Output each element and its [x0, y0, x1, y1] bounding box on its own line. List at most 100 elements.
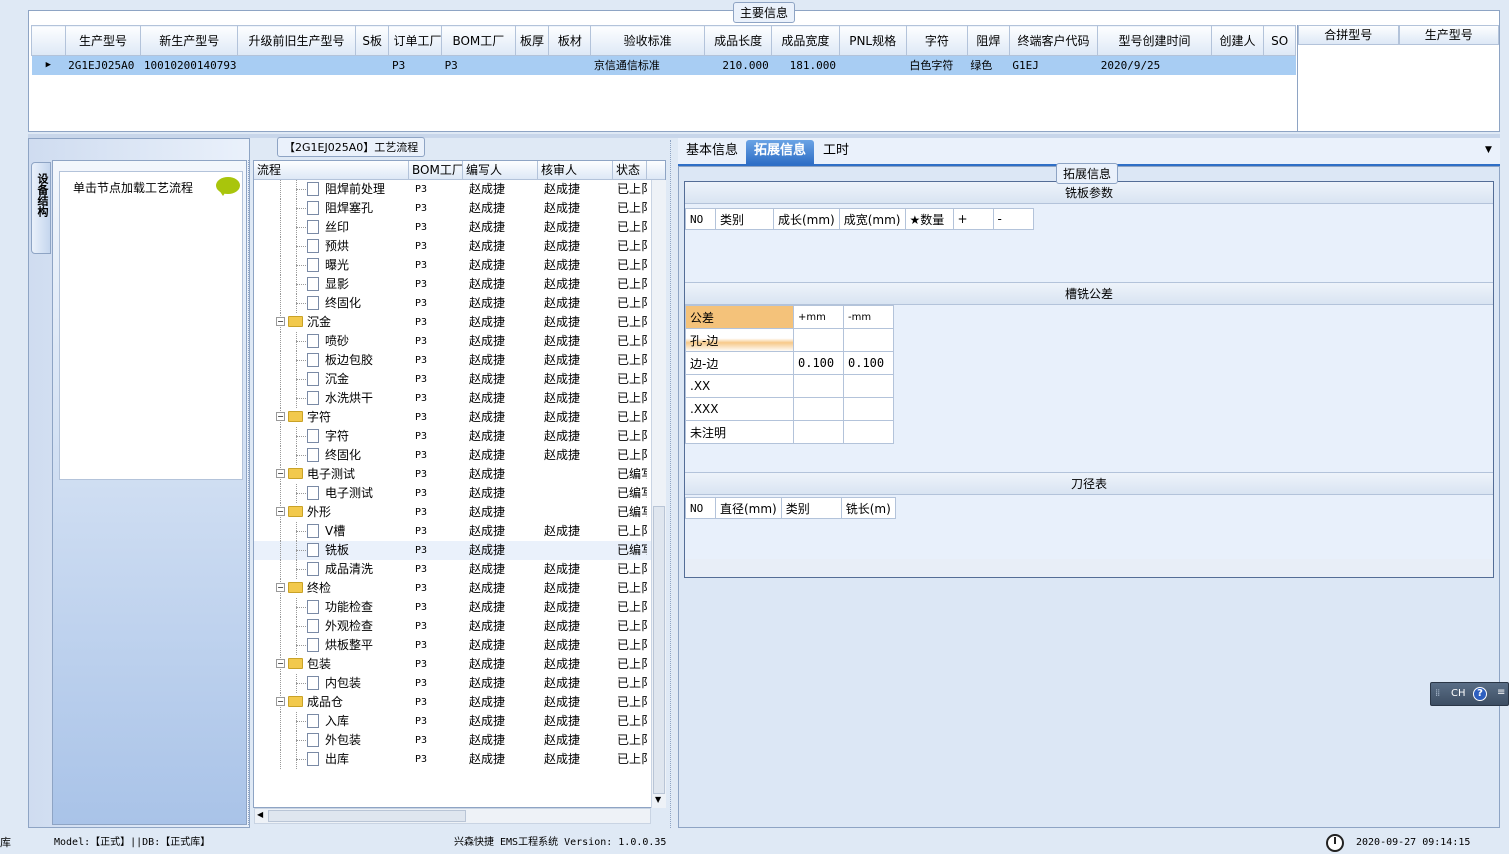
tree-column-header[interactable]: 状态: [613, 161, 647, 179]
tab-dropdown-icon[interactable]: ▼: [1485, 145, 1492, 155]
column-header[interactable]: PNL规格: [838, 25, 907, 56]
mill-params-column[interactable]: NO: [685, 208, 716, 230]
scroll-left-icon[interactable]: ◀: [257, 810, 263, 819]
tol-value-cell[interactable]: 0.100: [843, 351, 894, 375]
tree-column-header[interactable]: BOM工厂: [409, 161, 463, 179]
tool-table-column[interactable]: 类别: [780, 497, 842, 519]
tree-node[interactable]: 终固化 P3 赵成捷 赵成捷 已上阝: [254, 446, 665, 465]
merge-model-header[interactable]: 合拼型号: [1298, 25, 1399, 45]
mill-params-column[interactable]: ★数量: [904, 208, 954, 230]
tree-node[interactable]: − 终检 P3 赵成捷 赵成捷 已上阝: [254, 579, 665, 598]
tree-node[interactable]: − 外形 P3 赵成捷 已编写: [254, 503, 665, 522]
column-header[interactable]: 阻焊: [966, 25, 1010, 56]
column-header[interactable]: 订单工厂: [388, 25, 443, 56]
tol-value-cell[interactable]: 0.100: [793, 351, 844, 375]
tree-vscrollbar[interactable]: ▼: [651, 180, 666, 808]
table-row[interactable]: ▶ 2G1EJ025A0 10010200140793 P3 P3 京信通信标准 210.0…: [31, 55, 1296, 75]
column-header[interactable]: 型号创建时间: [1097, 25, 1212, 56]
tree-node[interactable]: 铣板 P3 赵成捷 已编写: [254, 541, 665, 560]
merge-prod-model-header[interactable]: 生产型号: [1398, 25, 1499, 45]
scroll-h-thumb[interactable]: [268, 810, 466, 822]
tree-node[interactable]: 字符 P3 赵成捷 赵成捷 已上阝: [254, 427, 665, 446]
mill-params-column[interactable]: +: [952, 208, 994, 230]
tree-node[interactable]: 阻焊前处理 P3 赵成捷 赵成捷 已上阝: [254, 180, 665, 199]
tree-column-header[interactable]: 流程: [254, 161, 409, 179]
tree-node[interactable]: V槽 P3 赵成捷 赵成捷 已上阝: [254, 522, 665, 541]
column-header[interactable]: BOM工厂: [441, 25, 516, 56]
table-cell[interactable]: 绿色: [967, 55, 1010, 75]
column-header[interactable]: 升级前旧生产型号: [237, 25, 356, 56]
column-header[interactable]: 验收标准: [590, 25, 705, 56]
tree-node[interactable]: 外观检查 P3 赵成捷 赵成捷 已上阝: [254, 617, 665, 636]
tol-value-cell[interactable]: [843, 374, 894, 398]
table-cell[interactable]: [1263, 55, 1296, 75]
table-cell[interactable]: P3: [441, 55, 516, 75]
tol-value-cell[interactable]: [843, 328, 894, 352]
tree-node[interactable]: 功能检查 P3 赵成捷 赵成捷 已上阝: [254, 598, 665, 617]
table-cell[interactable]: P3: [388, 55, 442, 75]
scroll-thumb[interactable]: [653, 506, 665, 794]
tree-node[interactable]: 丝印 P3 赵成捷 赵成捷 已上阝: [254, 218, 665, 237]
column-header[interactable]: SO: [1263, 25, 1296, 56]
collapse-icon[interactable]: −: [276, 412, 285, 421]
ime-menu-icon[interactable]: ≡: [1497, 682, 1505, 704]
table-cell[interactable]: 京信通信标准: [590, 55, 705, 75]
tree-node[interactable]: 阻焊塞孔 P3 赵成捷 赵成捷 已上阝: [254, 199, 665, 218]
tool-table-column[interactable]: 铣长(m): [840, 497, 896, 519]
table-cell[interactable]: G1EJ: [1009, 55, 1098, 75]
tree-column-header[interactable]: 核审人: [538, 161, 613, 179]
tab-1[interactable]: 拓展信息: [746, 140, 815, 164]
mill-params-column[interactable]: -: [992, 208, 1034, 230]
tree-node[interactable]: 成品清洗 P3 赵成捷 赵成捷 已上阝: [254, 560, 665, 579]
tree-node[interactable]: 沉金 P3 赵成捷 赵成捷 已上阝: [254, 370, 665, 389]
tol-value-cell[interactable]: [793, 397, 844, 421]
table-cell[interactable]: [548, 55, 591, 75]
tree-node[interactable]: − 字符 P3 赵成捷 赵成捷 已上阝: [254, 408, 665, 427]
tree-node[interactable]: 外包装 P3 赵成捷 赵成捷 已上阝: [254, 731, 665, 750]
table-cell[interactable]: 白色字符: [906, 55, 968, 75]
tree-node[interactable]: 显影 P3 赵成捷 赵成捷 已上阝: [254, 275, 665, 294]
column-header[interactable]: 板厚: [514, 25, 550, 56]
table-cell[interactable]: 210.000: [704, 55, 772, 75]
tree-node[interactable]: 水洗烘干 P3 赵成捷 赵成捷 已上阝: [254, 389, 665, 408]
collapse-icon[interactable]: −: [276, 469, 285, 478]
tree-node[interactable]: 曝光 P3 赵成捷 赵成捷 已上阝: [254, 256, 665, 275]
column-header[interactable]: S板: [354, 25, 390, 56]
collapse-icon[interactable]: −: [276, 317, 285, 326]
tree-node[interactable]: − 沉金 P3 赵成捷 赵成捷 已上阝: [254, 313, 665, 332]
tab-2[interactable]: 工时: [815, 140, 857, 164]
tree-node[interactable]: − 电子测试 P3 赵成捷 已编写: [254, 465, 665, 484]
tool-table-column[interactable]: NO: [685, 497, 716, 519]
tree-node[interactable]: 预烘 P3 赵成捷 赵成捷 已上阝: [254, 237, 665, 256]
help-icon[interactable]: ?: [1473, 687, 1487, 701]
tree-hscrollbar[interactable]: ◀: [254, 808, 651, 824]
table-cell[interactable]: 181.000: [771, 55, 840, 75]
table-cell[interactable]: 2020/9/25: [1097, 55, 1212, 75]
tol-value-cell[interactable]: [793, 328, 844, 352]
tab-device-structure[interactable]: 设备结构: [31, 162, 51, 254]
tree-node[interactable]: 入库 P3 赵成捷 赵成捷 已上阝: [254, 712, 665, 731]
column-header[interactable]: 终端客户代码: [1008, 25, 1099, 56]
column-header[interactable]: 创建人: [1210, 25, 1265, 56]
tol-value-cell[interactable]: [843, 420, 894, 444]
tree-node[interactable]: 电子测试 P3 赵成捷 已编写: [254, 484, 665, 503]
table-cell[interactable]: 10010200140793: [140, 55, 238, 75]
collapse-icon[interactable]: −: [276, 507, 285, 516]
tree-node[interactable]: 终固化 P3 赵成捷 赵成捷 已上阝: [254, 294, 665, 313]
tab-0[interactable]: 基本信息: [678, 140, 746, 164]
table-cell[interactable]: [355, 55, 389, 75]
table-cell[interactable]: [839, 55, 907, 75]
ime-toolbar[interactable]: ⁞⁞ CH ? ≡: [1430, 682, 1509, 706]
tree-node[interactable]: − 包装 P3 赵成捷 赵成捷 已上阝: [254, 655, 665, 674]
mill-params-column[interactable]: 成宽(mm): [838, 208, 906, 230]
tree-node[interactable]: 内包装 P3 赵成捷 赵成捷 已上阝: [254, 674, 665, 693]
tree-node[interactable]: 喷砂 P3 赵成捷 赵成捷 已上阝: [254, 332, 665, 351]
table-cell[interactable]: [237, 55, 356, 75]
table-cell[interactable]: [515, 55, 549, 75]
tool-table-column[interactable]: 直径(mm): [715, 497, 782, 519]
tol-value-cell[interactable]: [793, 374, 844, 398]
scroll-down-icon[interactable]: ▼: [655, 795, 661, 804]
ime-lang[interactable]: CH: [1451, 683, 1466, 705]
collapse-icon[interactable]: −: [276, 697, 285, 706]
right-splitter[interactable]: [670, 140, 676, 828]
